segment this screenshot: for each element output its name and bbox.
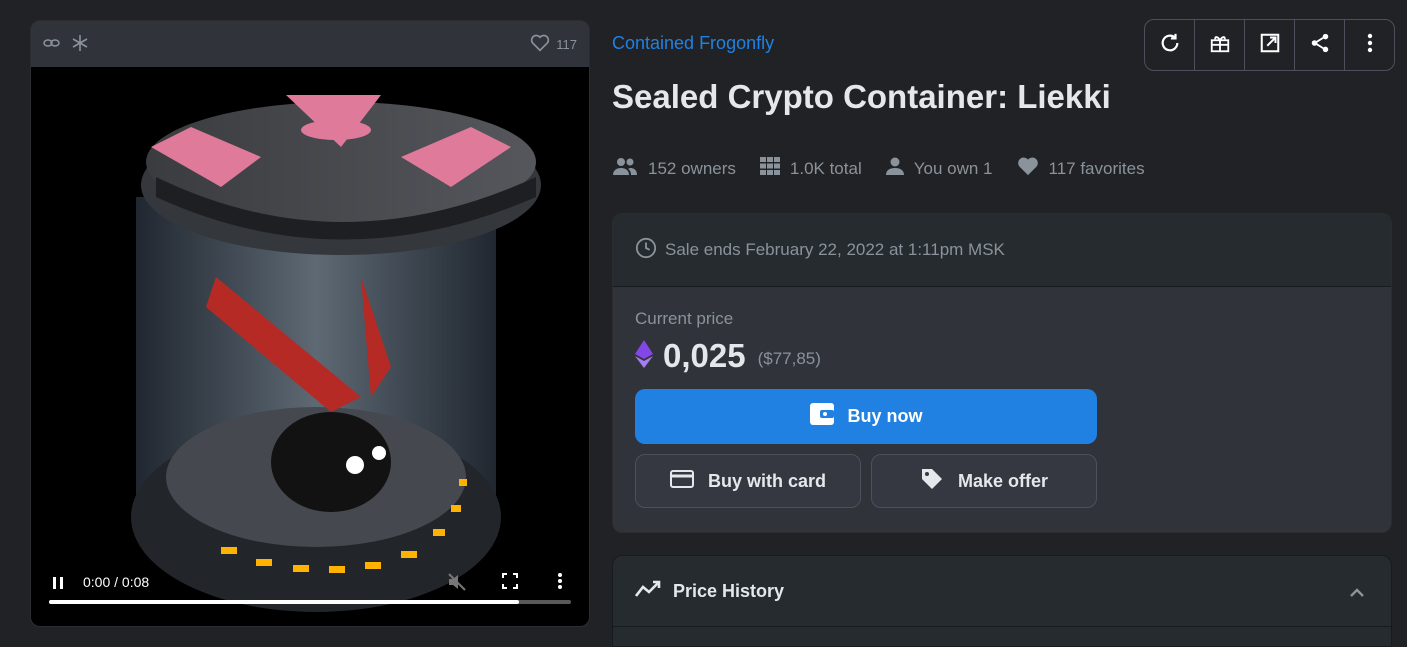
total-count: 1.0K total [789,158,862,178]
video-controls: 0:00 / 0:08 [31,556,589,626]
price-row: 0,025 ($77,85) [635,337,1369,375]
price-history-header[interactable]: Price History [613,556,1391,627]
more-vertical-icon [1367,33,1373,58]
price-value: 0,025 [663,337,746,374]
item-stats: 152 owners 1.0K total You own 1 117 favo… [612,156,1145,181]
buy-now-label: Buy now [847,406,923,426]
transfer-button[interactable] [1195,20,1245,70]
share-button[interactable] [1295,20,1345,70]
trend-line-icon [634,580,661,603]
container-artwork [131,95,541,612]
fullscreen-icon[interactable] [501,572,519,593]
price-section: Current price 0,025 ($77,85) Buy now Buy… [613,287,1391,530]
credit-card-icon [669,469,694,493]
sale-panel: Sale ends February 22, 2022 at 1:11pm MS… [612,213,1392,533]
you-own-count: You own 1 [913,158,993,178]
buy-now-button[interactable]: Buy now [635,389,1097,444]
buy-with-card-label: Buy with card [707,470,827,491]
media-card: 117 0:00 / 0:08 [30,20,590,627]
clock-icon [635,237,657,264]
nft-video[interactable]: 0:00 / 0:08 [31,67,589,626]
owners-count: 152 owners [648,158,736,178]
external-link-icon [1259,32,1281,59]
more-options-button[interactable] [1345,20,1394,70]
price-history-title: Price History [673,580,785,601]
current-price-label: Current price [635,309,734,328]
person-icon [885,157,904,180]
snowflake-icon [71,34,89,55]
favorites-stat[interactable]: 117 favorites [1017,156,1145,181]
refresh-button[interactable] [1145,20,1195,70]
people-icon [612,157,638,180]
heart-icon [1017,156,1039,181]
item-toolbar [1144,19,1395,71]
media-top-bar: 117 [31,21,589,67]
video-progress-fill [49,600,519,604]
video-time: 0:00 / 0:08 [83,574,150,590]
sale-countdown: Sale ends February 22, 2022 at 1:11pm MS… [613,214,1391,287]
video-more-icon[interactable] [557,572,563,593]
price-history-panel: Price History [612,555,1392,647]
muted-icon[interactable] [447,572,467,595]
make-offer-label: Make offer [957,470,1049,491]
refresh-icon [1159,32,1181,59]
share-icon [1309,32,1331,59]
collection-link[interactable]: Contained Frogonfly [612,33,774,54]
pause-icon[interactable] [51,576,65,590]
price-usd: ($77,85) [757,349,821,368]
favorites-total: 117 favorites [1048,158,1145,178]
favorite-button[interactable]: 117 [530,34,577,55]
heart-outline-icon [530,34,550,55]
item-title: Sealed Crypto Container: Liekki [612,78,1111,115]
link-chain-icon [43,36,61,53]
tag-icon [920,467,944,496]
wallet-icon [809,403,834,430]
gift-icon [1209,32,1231,59]
open-external-button[interactable] [1245,20,1295,70]
total-stat: 1.0K total [759,156,862,181]
sale-ends-text: Sale ends February 22, 2022 at 1:11pm MS… [665,240,1005,259]
secondary-actions: Buy with card Make offer [635,454,1369,508]
owners-stat[interactable]: 152 owners [612,156,736,181]
chevron-up-icon[interactable] [1349,582,1365,603]
make-offer-button[interactable]: Make offer [871,454,1097,508]
ethereum-icon [635,339,653,373]
buy-with-card-button[interactable]: Buy with card [635,454,861,508]
video-progress-bar[interactable] [49,600,571,604]
favorites-count: 117 [556,36,577,52]
you-own-stat[interactable]: You own 1 [885,156,993,181]
grid-icon [759,157,780,180]
